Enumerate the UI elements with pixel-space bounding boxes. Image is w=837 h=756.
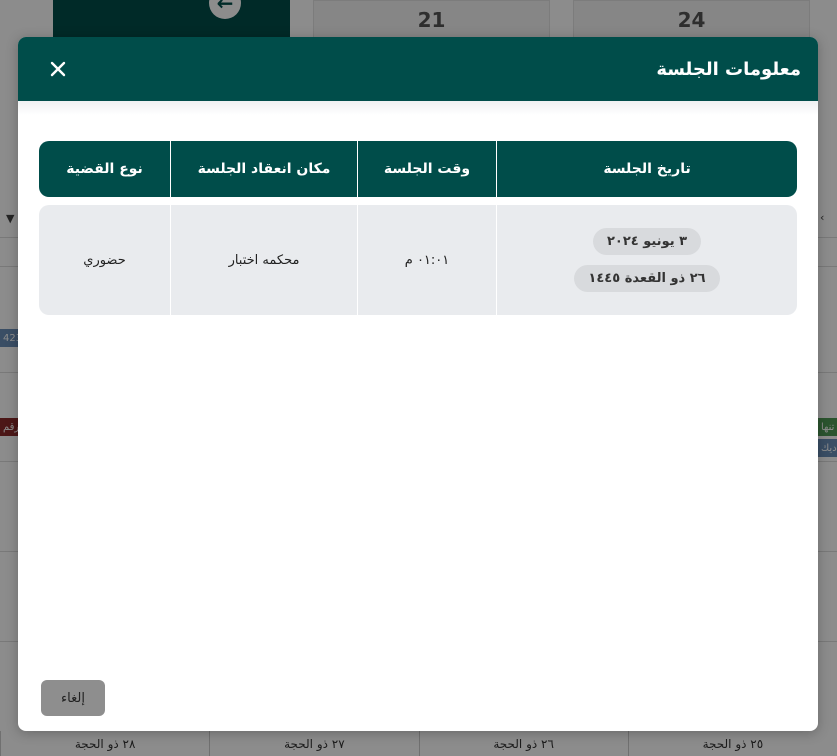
- cell-case-type: حضوري: [83, 252, 126, 268]
- modal-title: معلومات الجلسة: [656, 58, 801, 80]
- header-case-type: نوع القضية: [66, 161, 143, 177]
- header-session-time: وقت الجلسة: [357, 141, 496, 197]
- session-info-modal: معلومات الجلسة تاريخ الجلسة وقت الجلسة م…: [18, 37, 818, 731]
- table-row: ٣ يونيو ٢٠٢٤ ٢٦ ذو القعدة ١٤٤٥ ٠١:٠١ م م…: [39, 205, 797, 315]
- close-button[interactable]: [46, 57, 70, 81]
- hijri-date-badge: ٢٦ ذو القعدة ١٤٤٥: [574, 265, 720, 292]
- header-shadow: [18, 101, 818, 115]
- cell-session-time: ٠١:٠١ م: [357, 205, 496, 315]
- gregorian-date-badge: ٣ يونيو ٢٠٢٤: [592, 228, 702, 255]
- cell-session-location: محكمه اختبار: [170, 205, 357, 315]
- table-header: تاريخ الجلسة وقت الجلسة مكان انعقاد الجل…: [39, 141, 797, 197]
- session-table: تاريخ الجلسة وقت الجلسة مكان انعقاد الجل…: [39, 141, 797, 315]
- header-session-location: مكان انعقاد الجلسة: [170, 141, 357, 197]
- header-session-date: تاريخ الجلسة: [496, 141, 797, 197]
- close-icon: [50, 61, 66, 77]
- modal-header: معلومات الجلسة: [18, 37, 818, 101]
- cancel-button[interactable]: إلغاء: [41, 680, 105, 716]
- cell-session-date: ٣ يونيو ٢٠٢٤ ٢٦ ذو القعدة ١٤٤٥: [496, 205, 797, 315]
